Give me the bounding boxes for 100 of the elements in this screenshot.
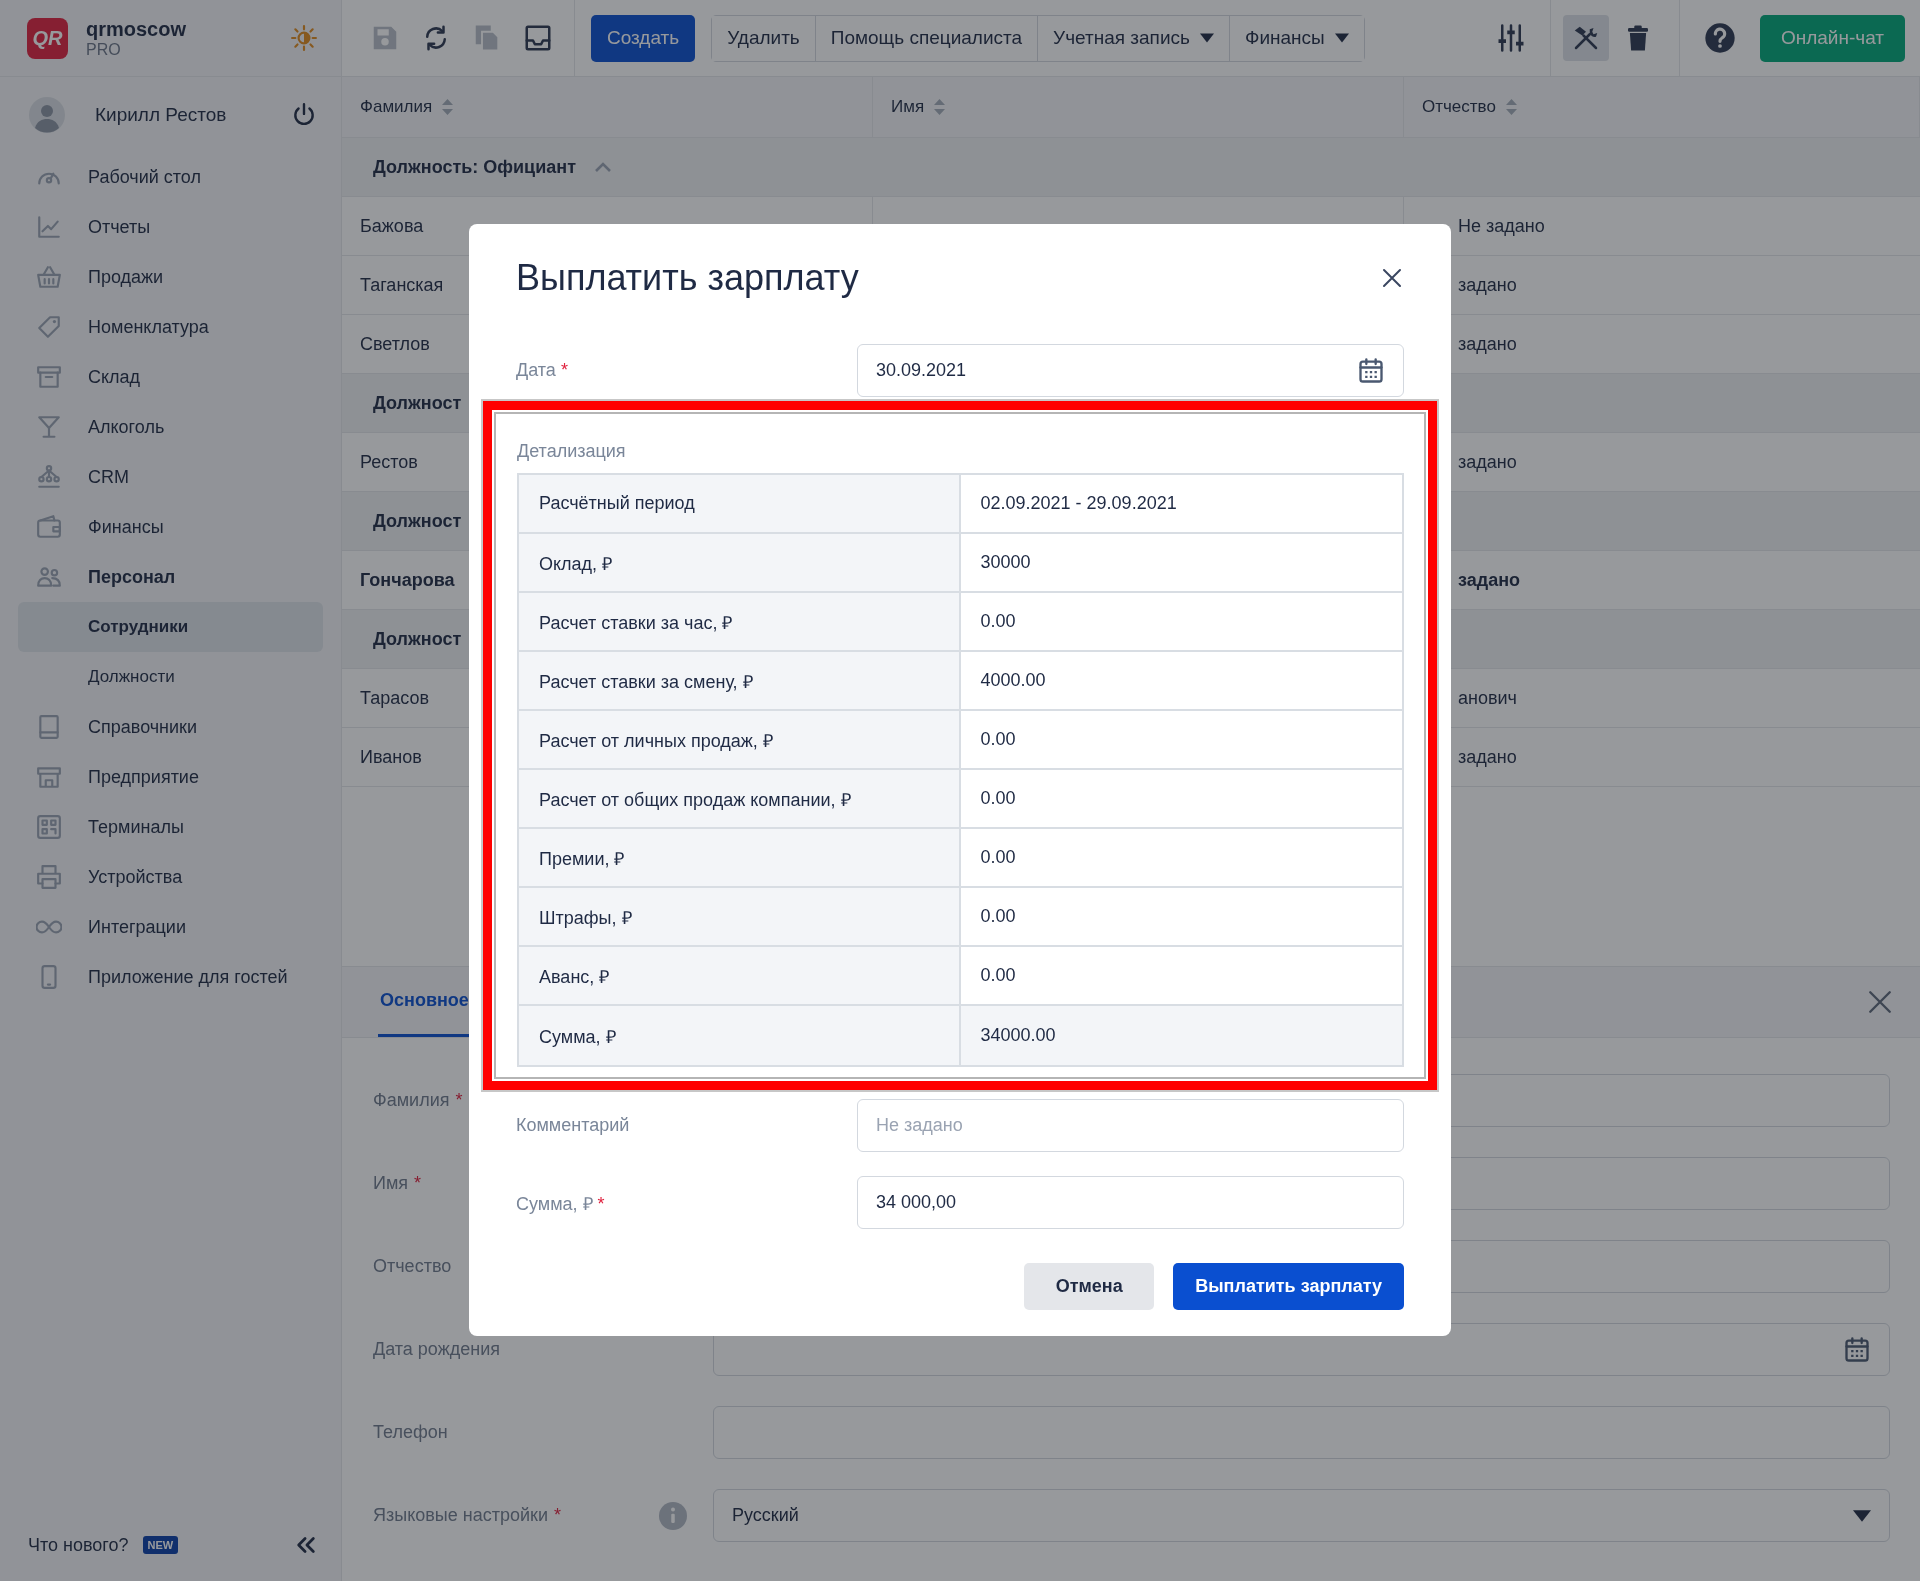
new-badge: NEW bbox=[142, 1536, 179, 1554]
glass-icon bbox=[36, 414, 62, 440]
store-icon bbox=[36, 764, 62, 790]
group-label: Должност bbox=[373, 628, 462, 650]
required-mark: * bbox=[597, 1193, 605, 1214]
sidebar-subitem[interactable]: Сотрудники bbox=[18, 602, 323, 652]
close-icon[interactable] bbox=[1380, 266, 1404, 290]
group-label: Должност bbox=[373, 392, 462, 414]
sidebar-item[interactable]: Предприятие bbox=[18, 752, 323, 802]
sidebar-item[interactable]: Финансы bbox=[18, 502, 323, 552]
table-cell: Оклад, ₽ bbox=[519, 534, 961, 593]
pay-button[interactable]: Выплатить зарплату bbox=[1173, 1263, 1404, 1310]
hierarchy-icon bbox=[36, 464, 62, 490]
basket-icon bbox=[36, 264, 62, 290]
help-icon[interactable] bbox=[1703, 22, 1736, 54]
sidebar-item[interactable]: Устройства bbox=[18, 852, 323, 902]
table-cell-text: задано bbox=[1457, 273, 1518, 297]
inbox-icon[interactable] bbox=[523, 23, 553, 53]
caret-icon bbox=[1199, 33, 1214, 43]
tag-icon bbox=[36, 314, 62, 340]
table-cell: Расчётный период bbox=[519, 475, 961, 534]
sidebar-item[interactable]: Склад bbox=[18, 352, 323, 402]
comment-field[interactable]: Не задано bbox=[857, 1099, 1404, 1152]
table-cell-text: задано bbox=[1457, 745, 1518, 769]
table-cell: Аванс, ₽ bbox=[519, 947, 961, 1006]
whats-new-link[interactable]: Что нового? bbox=[28, 1534, 129, 1556]
table-cell: 34000.00 bbox=[960, 1006, 1402, 1065]
sort-icon bbox=[934, 99, 946, 115]
table-cell: Сумма, ₽ bbox=[519, 1006, 961, 1065]
column-header[interactable]: Имя bbox=[873, 77, 1404, 137]
sort-icon bbox=[1505, 99, 1517, 115]
section-label: Детализация bbox=[517, 441, 627, 462]
sidebar-item[interactable]: Отчеты bbox=[18, 202, 323, 252]
cancel-button[interactable]: Отмена bbox=[1024, 1263, 1155, 1310]
logo: QR bbox=[27, 17, 68, 59]
date-field[interactable]: 30.09.2021 bbox=[857, 344, 1404, 397]
toolbar-button[interactable]: Удалить bbox=[712, 15, 816, 61]
sidebar-item[interactable]: Приложение для гостей bbox=[18, 952, 323, 1002]
avatar bbox=[29, 96, 65, 133]
power-icon[interactable] bbox=[291, 101, 317, 128]
amount-field[interactable]: 34 000,00 bbox=[857, 1176, 1404, 1229]
sidebar-item[interactable]: Рабочий стол bbox=[18, 152, 323, 202]
qr-code-icon bbox=[36, 814, 62, 840]
column-header[interactable]: Отчество bbox=[1404, 77, 1920, 137]
table-cell-text: анович bbox=[1457, 686, 1518, 710]
table-cell: Расчет от общих продаж компании, ₽ bbox=[519, 770, 961, 829]
printer-icon bbox=[36, 864, 62, 890]
table-cell: Расчет ставки за час, ₽ bbox=[519, 593, 961, 652]
caret-icon bbox=[1334, 33, 1349, 43]
table-cell: Премии, ₽ bbox=[519, 829, 961, 888]
sidebar-item[interactable]: CRM bbox=[18, 452, 323, 502]
tools-button[interactable] bbox=[1562, 15, 1609, 61]
create-button[interactable]: Создать bbox=[591, 14, 696, 62]
theme-toggle-icon[interactable] bbox=[291, 25, 317, 51]
select-field[interactable]: Русский bbox=[713, 1489, 1890, 1542]
caret-icon bbox=[1853, 1509, 1871, 1522]
box-icon bbox=[36, 364, 62, 390]
table-cell-text: Не задано bbox=[1457, 214, 1546, 238]
sidebar-item[interactable]: Номенклатура bbox=[18, 302, 323, 352]
field-label: Фамилия bbox=[373, 1090, 450, 1111]
table-cell: Штрафы, ₽ bbox=[519, 888, 961, 947]
input-field[interactable] bbox=[713, 1406, 1890, 1459]
sidebar-item[interactable]: Алкоголь bbox=[18, 402, 323, 452]
column-header[interactable]: Фамилия bbox=[342, 77, 873, 137]
calendar-icon[interactable] bbox=[1843, 1335, 1871, 1364]
plan-label: PRO bbox=[86, 40, 122, 59]
chart-icon bbox=[36, 214, 62, 240]
dialog-title: Выплатить зарплату bbox=[516, 257, 860, 299]
table-cell-text: задано bbox=[1457, 450, 1518, 474]
field-label: Комментарий bbox=[516, 1115, 630, 1135]
sidebar-item[interactable]: Терминалы bbox=[18, 802, 323, 852]
wallet-icon bbox=[36, 514, 62, 540]
field-label: Телефон bbox=[373, 1422, 448, 1443]
sidebar-item[interactable]: Справочники bbox=[18, 702, 323, 752]
app-name: qrmoscow bbox=[86, 17, 188, 41]
people-icon bbox=[36, 564, 62, 590]
required-mark: * bbox=[554, 1505, 561, 1526]
group-label: Должност bbox=[373, 510, 462, 532]
calendar-icon[interactable] bbox=[1357, 356, 1385, 385]
required-mark: * bbox=[455, 1090, 463, 1111]
collapse-icon[interactable] bbox=[295, 1534, 317, 1556]
sidebar-item[interactable]: Интеграции bbox=[18, 902, 323, 952]
table-cell-text: задано bbox=[1457, 332, 1518, 356]
sort-icon bbox=[442, 99, 454, 115]
table-cell: Расчет ставки за смену, ₽ bbox=[519, 652, 961, 711]
field-label: Сумма, ₽ bbox=[516, 1193, 593, 1214]
field-label: Дата рождения bbox=[373, 1339, 500, 1360]
table-cell: Расчет от личных продаж, ₽ bbox=[519, 711, 961, 770]
field-label: Имя bbox=[373, 1173, 409, 1194]
field-label: Отчество bbox=[373, 1256, 452, 1277]
field-label: Языковые настройки bbox=[373, 1505, 548, 1526]
table-cell-text: задано bbox=[1457, 568, 1522, 592]
sidebar-subitem[interactable]: Должности bbox=[18, 652, 323, 702]
group-label: Должность: Официант bbox=[373, 156, 576, 178]
user-name: Кирилл Рестов bbox=[95, 103, 228, 126]
required-mark: * bbox=[414, 1173, 422, 1194]
sidebar-item[interactable]: Продажи bbox=[18, 252, 323, 302]
book-icon bbox=[36, 714, 62, 740]
group-row[interactable]: Должность: Официант bbox=[342, 138, 1920, 197]
sidebar-item[interactable]: Персонал bbox=[18, 552, 323, 602]
